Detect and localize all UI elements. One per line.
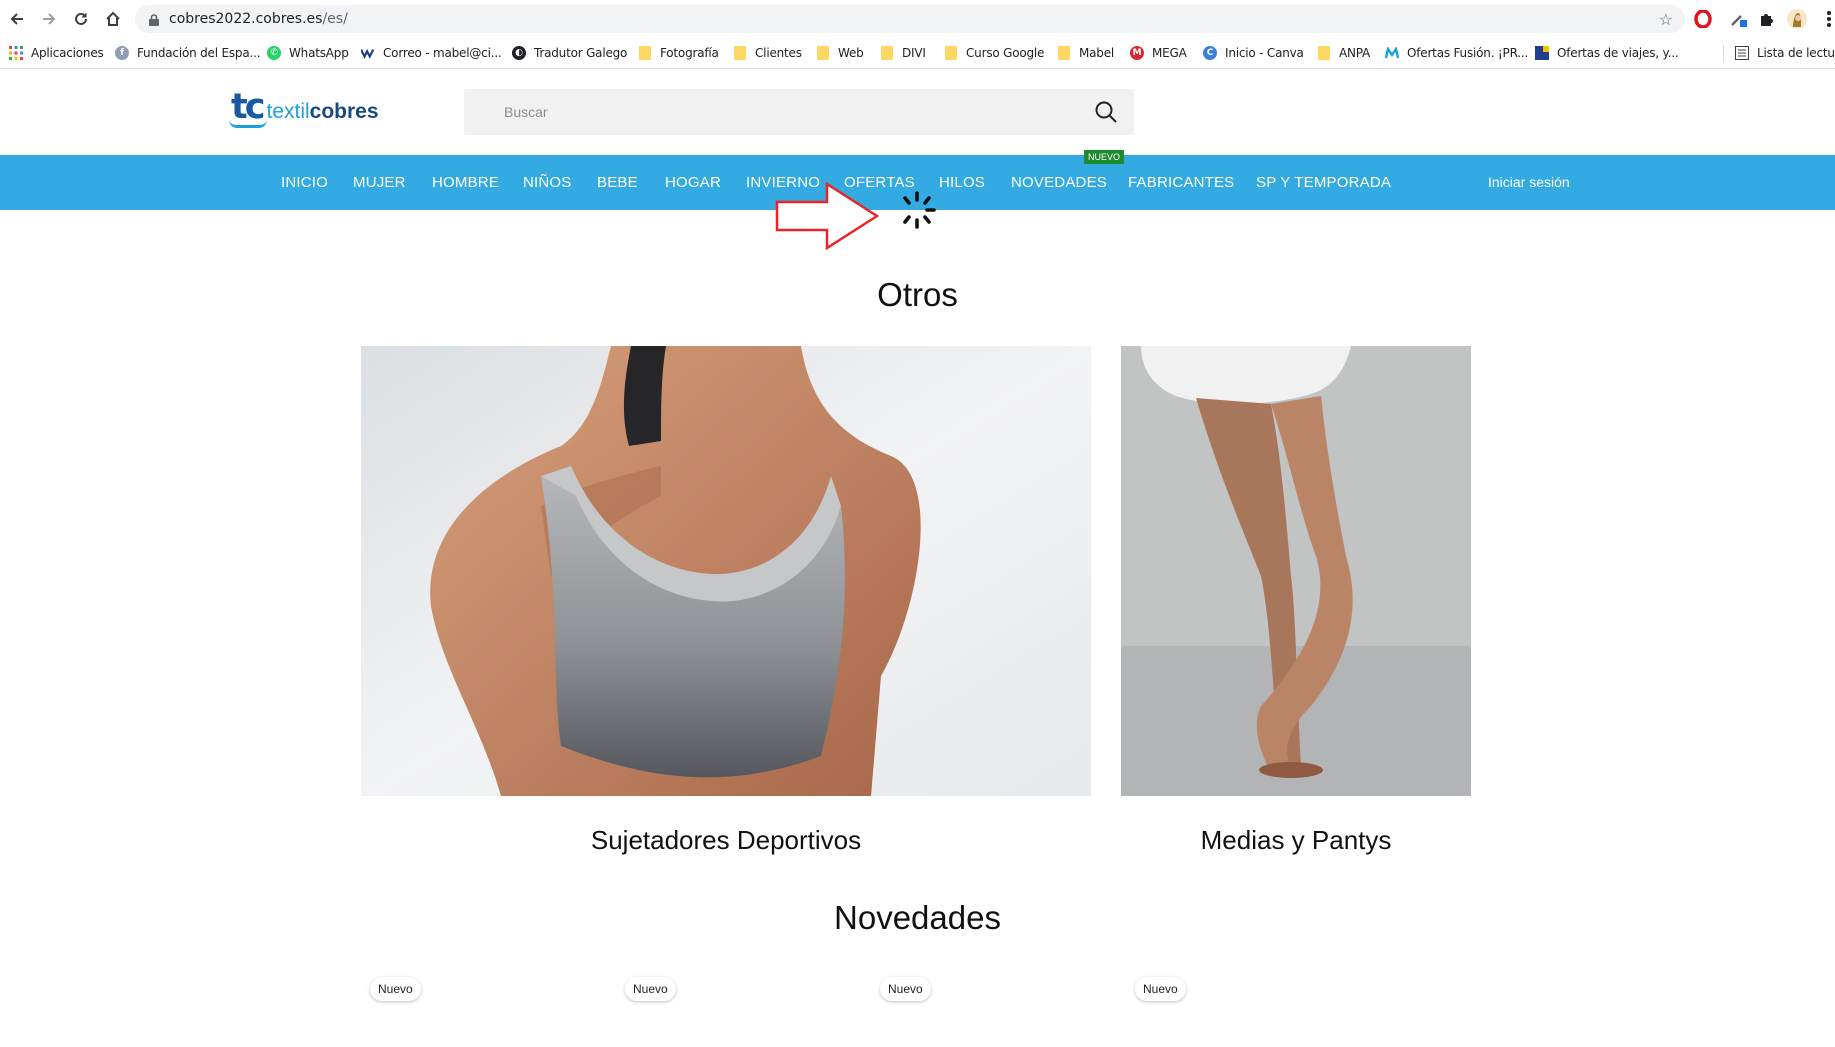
bookmark-label: Correo - mabel@ci...	[383, 46, 502, 60]
nav-mujer[interactable]: MUJER	[353, 174, 406, 191]
travel-site-icon	[1535, 46, 1549, 60]
bookmark-fundacion[interactable]: f Fundación del Espa...	[115, 43, 261, 63]
bookmark-mega[interactable]: M MEGA	[1130, 43, 1187, 63]
bookmark-star-icon[interactable]: ☆	[1659, 10, 1673, 30]
profile-avatar[interactable]	[1786, 8, 1808, 30]
search-icon[interactable]	[1094, 100, 1118, 124]
address-bar[interactable]: cobres2022.cobres.es/es/ ☆	[135, 5, 1685, 33]
bookmark-clientes[interactable]: Clientes	[733, 43, 802, 63]
otros-section-title: Otros	[877, 276, 958, 313]
bookmark-curso-google[interactable]: Curso Google	[944, 43, 1044, 63]
logo-wordmark: textilcobres	[266, 100, 379, 123]
bookmark-label: ANPA	[1339, 46, 1371, 60]
annotation-arrow-icon	[775, 182, 880, 250]
bookmark-label: Ofertas de viajes, y...	[1557, 46, 1679, 60]
nav-new-badge: NUEVO	[1084, 150, 1124, 164]
globe-icon: ◐	[512, 46, 526, 60]
nav-hombre[interactable]: HOMBRE	[432, 174, 499, 191]
menu-kebab-icon[interactable]	[1818, 8, 1835, 30]
new-product-badge: Nuevo	[1135, 977, 1186, 1001]
new-product-badge: Nuevo	[625, 977, 676, 1001]
lock-icon	[149, 13, 159, 31]
bookmark-tradutor[interactable]: ◐ Tradutor Galego	[512, 43, 627, 63]
nav-hogar[interactable]: HOGAR	[665, 174, 721, 191]
bookmark-label: Tradutor Galego	[534, 46, 628, 60]
bookmark-label: Inicio - Canva	[1225, 46, 1304, 60]
folder-icon	[638, 46, 652, 60]
nav-fabricantes[interactable]: FABRICANTES	[1128, 174, 1234, 191]
nav-hilos[interactable]: HILOS	[939, 174, 985, 191]
category-label-tights[interactable]: Medias y Pantys	[1121, 825, 1471, 856]
bookmark-ofertas-fusion[interactable]: Ofertas Fusión. ¡PR...	[1385, 43, 1528, 63]
nav-inicio[interactable]: INICIO	[281, 174, 328, 191]
bookmark-apps[interactable]: Aplicaciones	[9, 43, 104, 63]
search-input[interactable]	[464, 89, 1074, 135]
folder-icon	[733, 46, 747, 60]
bookmark-divi[interactable]: DIVI	[880, 43, 926, 63]
bookmark-label: Fundación del Espa...	[137, 46, 261, 60]
bookmark-label: Web	[838, 46, 864, 60]
mail-icon	[361, 46, 375, 60]
bookmark-label: Clientes	[755, 46, 802, 60]
bookmark-label: DIVI	[902, 46, 926, 60]
bookmark-correo[interactable]: Correo - mabel@ci...	[361, 43, 502, 63]
loading-spinner-icon	[903, 191, 936, 229]
site-favicon-icon: f	[115, 46, 129, 60]
nav-novedades[interactable]: NOVEDADES	[1011, 174, 1107, 191]
apps-grid-icon	[9, 46, 23, 60]
nav-bebe[interactable]: BEBE	[597, 174, 638, 191]
bookmark-label: Fotografía	[660, 46, 719, 60]
logo-mark: tc	[228, 87, 268, 128]
new-product-badge: Nuevo	[880, 977, 931, 1001]
bookmark-anpa[interactable]: ANPA	[1317, 43, 1370, 63]
search-bar	[464, 89, 1134, 135]
bookmark-reading-list[interactable]: Lista de lectura	[1735, 43, 1835, 63]
folder-icon	[880, 46, 894, 60]
whatsapp-icon: ✆	[267, 46, 281, 60]
forward-icon[interactable]	[38, 8, 60, 30]
nav-sp-y-temporada[interactable]: SP Y TEMPORADA	[1256, 174, 1391, 191]
nav-ninos[interactable]: NIÑOS	[523, 174, 572, 191]
bookmark-label: Curso Google	[966, 46, 1045, 60]
bookmark-web[interactable]: Web	[816, 43, 864, 63]
folder-icon	[1057, 46, 1071, 60]
category-label-sports-bras[interactable]: Sujetadores Deportivos	[361, 825, 1091, 856]
folder-icon	[816, 46, 830, 60]
site-logo[interactable]: tc textilcobres	[228, 87, 379, 128]
new-product-badge: Nuevo	[370, 977, 421, 1001]
back-icon[interactable]	[6, 8, 28, 30]
bookmark-label: MEGA	[1152, 46, 1187, 60]
site-header: tc textilcobres	[0, 70, 1835, 155]
bookmark-label: Aplicaciones	[31, 46, 104, 60]
opera-extension-icon[interactable]	[1692, 8, 1714, 30]
bookmark-label: WhatsApp	[289, 46, 349, 60]
bookmark-label: Lista de lectura	[1757, 46, 1835, 60]
browser-toolbar: cobres2022.cobres.es/es/ ☆	[0, 0, 1835, 38]
sports-bra-category-image[interactable]	[361, 346, 1091, 796]
bookmark-ofertas-viajes[interactable]: Ofertas de viajes, y...	[1535, 43, 1679, 63]
folder-icon	[944, 46, 958, 60]
folder-icon	[1317, 46, 1331, 60]
movistar-icon	[1385, 46, 1399, 60]
reload-icon[interactable]	[70, 8, 92, 30]
bookmark-canva[interactable]: C Inicio - Canva	[1203, 43, 1304, 63]
reading-list-icon	[1735, 46, 1749, 60]
novedades-section-title: Novedades	[834, 899, 1001, 936]
url-text: cobres2022.cobres.es/es/	[169, 11, 348, 27]
eyedropper-extension-icon[interactable]	[1727, 8, 1749, 30]
bookmark-whatsapp[interactable]: ✆ WhatsApp	[267, 43, 349, 63]
mega-icon: M	[1130, 46, 1144, 60]
bookmark-fotografia[interactable]: Fotografía	[638, 43, 719, 63]
extensions-puzzle-icon[interactable]	[1755, 8, 1777, 30]
home-icon[interactable]	[102, 8, 124, 30]
canva-icon: C	[1203, 46, 1217, 60]
bookmarks-divider	[1723, 45, 1724, 63]
bookmark-mabel[interactable]: Mabel	[1057, 43, 1114, 63]
login-link[interactable]: Iniciar sesión	[1488, 174, 1570, 190]
bookmark-label: Mabel	[1079, 46, 1115, 60]
tights-category-image[interactable]	[1121, 346, 1471, 796]
bookmarks-bar: Aplicaciones f Fundación del Espa... ✆ W…	[0, 38, 1835, 69]
bookmark-label: Ofertas Fusión. ¡PR...	[1407, 46, 1529, 60]
